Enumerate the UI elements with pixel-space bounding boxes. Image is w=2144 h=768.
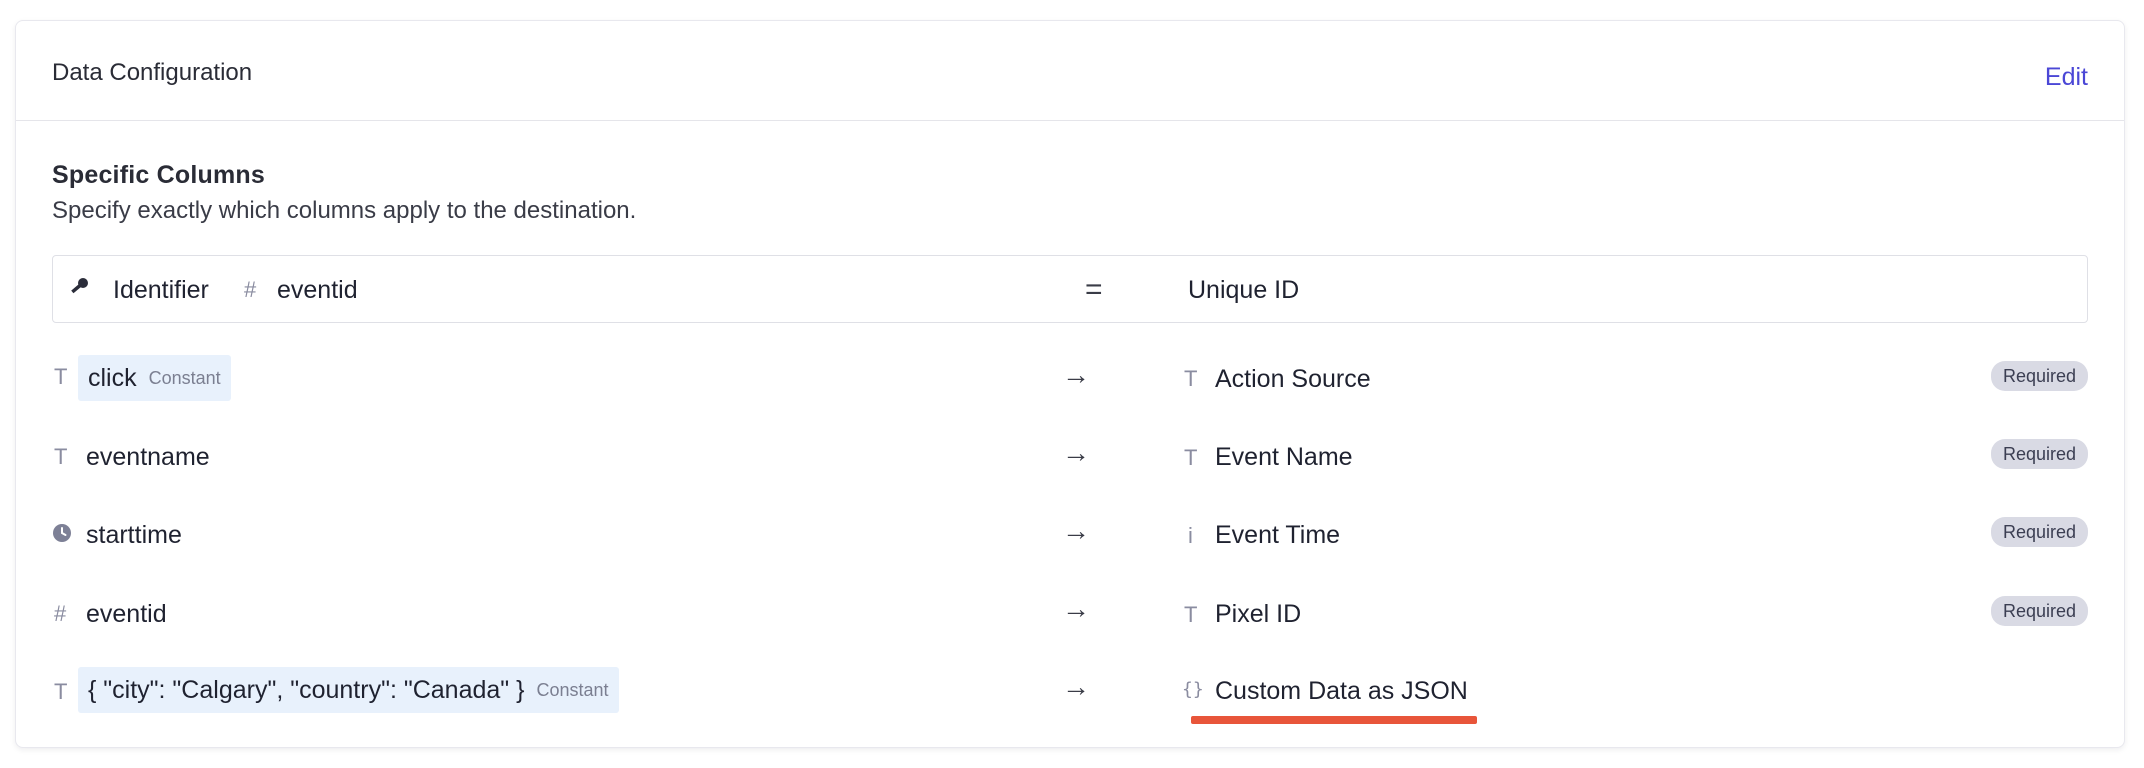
constant-value: { "city": "Calgary", "country": "Canada"…	[88, 675, 525, 704]
target-field[interactable]: Custom Data as JSON	[1215, 677, 1468, 706]
clock-icon	[53, 524, 71, 542]
source-field[interactable]: starttime	[86, 521, 182, 550]
arrow-right-icon: →	[1062, 359, 1090, 390]
constant-value-chip[interactable]: { "city": "Calgary", "country": "Canada"…	[78, 667, 619, 713]
text-type-icon: T	[54, 679, 68, 704]
text-type-icon: T	[1184, 366, 1198, 391]
text-type-icon: T	[1184, 445, 1198, 470]
key-icon	[71, 278, 88, 294]
arrow-right-icon: →	[1062, 515, 1090, 546]
card-title: Data Configuration	[52, 59, 253, 86]
required-badge: Required	[1990, 517, 2088, 547]
card-header: Data Configuration Edit	[16, 21, 2124, 121]
text-type-icon: T	[54, 364, 68, 389]
identifier-source: eventid	[277, 276, 358, 304]
identifier-label: Identifier	[113, 276, 209, 304]
edit-link[interactable]: Edit	[2045, 63, 2088, 92]
constant-tag: Constant	[536, 679, 609, 700]
target-field[interactable]: Event Name	[1215, 443, 1353, 472]
arrow-right-icon: →	[1062, 437, 1090, 468]
text-type-icon: T	[54, 444, 68, 469]
data-configuration-card: Data Configuration Edit Specific Columns…	[15, 20, 2125, 748]
identifier-row: Identifier # eventid = Unique ID	[52, 255, 2088, 323]
constant-tag: Constant	[148, 367, 221, 388]
json-braces-icon: {}	[1182, 679, 1204, 700]
hash-icon: #	[244, 277, 257, 302]
text-type-icon: T	[1184, 602, 1198, 627]
arrow-right-icon: →	[1062, 671, 1090, 702]
info-type-icon: i	[1188, 523, 1193, 548]
target-field[interactable]: Event Time	[1215, 521, 1340, 550]
required-badge: Required	[1990, 596, 2088, 626]
required-badge: Required	[1990, 439, 2088, 469]
required-badge: Required	[1990, 361, 2088, 391]
constant-value: click	[88, 363, 137, 392]
identifier-target: Unique ID	[1188, 276, 1300, 304]
constant-value-chip[interactable]: click Constant	[78, 355, 231, 401]
equals-icon: =	[1085, 273, 1103, 306]
hash-icon: #	[54, 601, 67, 626]
source-field[interactable]: eventname	[86, 443, 210, 472]
target-field[interactable]: Action Source	[1215, 365, 1371, 394]
target-field[interactable]: Pixel ID	[1215, 600, 1301, 629]
section-description: Specify exactly which columns apply to t…	[52, 197, 637, 224]
section-title: Specific Columns	[52, 161, 265, 189]
source-field[interactable]: eventid	[86, 600, 167, 629]
arrow-right-icon: →	[1062, 593, 1090, 624]
highlight-underline	[1191, 716, 1477, 724]
